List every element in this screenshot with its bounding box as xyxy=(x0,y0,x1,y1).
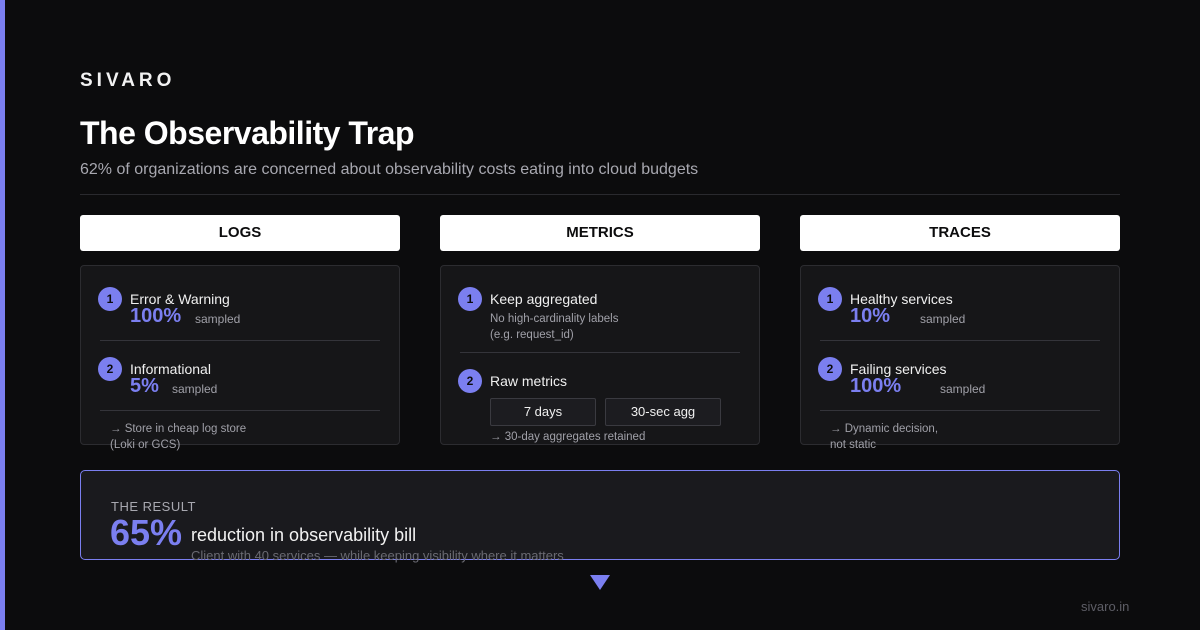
step-number: 2 xyxy=(458,369,482,393)
traces-item-value: 100% xyxy=(850,375,902,397)
metrics-header: METRICS xyxy=(440,215,760,251)
metrics-card: 1 Keep aggregated No high-cardinality la… xyxy=(440,265,760,445)
metrics-item-label: Raw metrics xyxy=(490,373,568,389)
result-value: 65% xyxy=(110,512,183,553)
traces-item-suffix: sampled xyxy=(920,312,966,326)
logs-item-suffix: sampled xyxy=(172,382,218,396)
item-divider xyxy=(460,352,740,353)
logs-item-suffix: sampled xyxy=(195,312,241,326)
metrics-item-desc: No high-cardinality labels (e.g. request… xyxy=(490,313,619,341)
result-panel: THE RESULT 65% reduction in observabilit… xyxy=(80,470,1120,563)
traces-header: TRACES xyxy=(800,215,1120,251)
logs-item-value: 5% xyxy=(130,375,159,397)
brand-logo: SIVARO xyxy=(80,70,176,91)
logs-item-value: 100% xyxy=(130,305,182,327)
down-arrow-icon xyxy=(590,575,610,590)
step-number: 1 xyxy=(458,287,482,311)
logs-card: 1 Error & Warning 100% sampled 2 Informa… xyxy=(80,265,400,451)
logs-note: → Store in cheap log store (Loki or GCS) xyxy=(110,423,247,451)
item-divider xyxy=(100,410,380,411)
item-divider xyxy=(820,340,1100,341)
metrics-item-label: Keep aggregated xyxy=(490,291,598,307)
page-subtitle: 62% of organizations are concerned about… xyxy=(80,161,699,178)
result-text: reduction in observability bill xyxy=(191,525,417,545)
aggregation-pill: 30-sec agg xyxy=(605,398,721,426)
step-number: 2 xyxy=(818,357,842,381)
item-divider xyxy=(820,410,1100,411)
item-divider xyxy=(100,340,380,341)
step-number: 1 xyxy=(818,287,842,311)
header-divider xyxy=(80,194,1120,195)
step-number: 1 xyxy=(98,287,122,311)
metrics-note: → 30-day aggregates retained xyxy=(490,431,646,443)
traces-item-value: 10% xyxy=(850,305,891,327)
traces-note: → Dynamic decision, not static xyxy=(830,423,939,451)
logs-header: LOGS xyxy=(80,215,400,251)
traces-card: 1 Healthy services 10% sampled 2 Failing… xyxy=(800,265,1120,451)
retention-pill: 7 days xyxy=(490,398,596,426)
accent-bar xyxy=(0,0,5,630)
result-note: Client with 40 services — while keeping … xyxy=(191,548,564,563)
traces-item-suffix: sampled xyxy=(940,382,986,396)
step-number: 2 xyxy=(98,357,122,381)
footer-url: sivaro.in xyxy=(1081,599,1130,614)
page-title: The Observability Trap xyxy=(80,115,415,151)
